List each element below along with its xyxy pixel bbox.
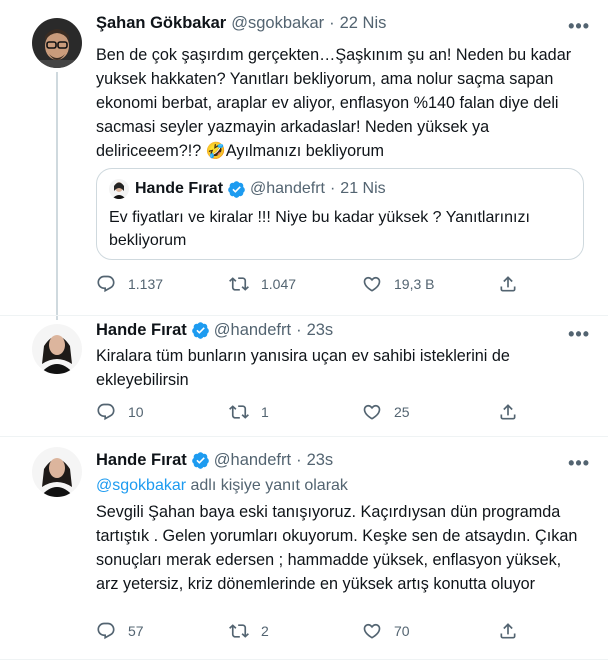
verified-badge-icon <box>191 322 209 339</box>
reply-button[interactable]: 57 <box>96 621 144 641</box>
tweet-hande-1[interactable]: Hande Fırat @handefrt · 23s ••• Kiralara… <box>0 316 608 436</box>
more-options-icon[interactable]: ••• <box>568 16 590 37</box>
retweet-count: 2 <box>261 623 269 639</box>
divider <box>0 659 608 660</box>
reply-to-link[interactable]: @sgokbakar <box>96 477 186 494</box>
tweet-actions: 57 2 70 <box>96 621 556 645</box>
like-button[interactable]: 25 <box>362 402 410 422</box>
reply-button[interactable]: 10 <box>96 402 144 422</box>
reply-to-suffix: adlı kişiye yanıt olarak <box>186 477 348 494</box>
tweet-sahan[interactable]: Şahan Gökbakar @sgokbakar · 22 Nis ••• B… <box>0 0 608 320</box>
share-icon <box>500 276 516 292</box>
avatar-sahan[interactable] <box>32 18 82 68</box>
quoted-tweet-text: Ev fiyatları ve kiralar !!! Niye bu kada… <box>109 209 530 249</box>
retweet-button[interactable]: 2 <box>229 621 269 641</box>
like-button[interactable]: 70 <box>362 621 410 641</box>
retweet-count: 1 <box>261 404 269 420</box>
tweet-actions: 1.137 1.047 19,3 B <box>96 274 556 298</box>
like-button[interactable]: 19,3 B <box>362 274 434 294</box>
avatar-hande[interactable] <box>32 324 82 374</box>
retweet-icon <box>229 624 249 638</box>
tweet-hande-2[interactable]: Hande Fırat @handefrt · 23s ••• @sgokbak… <box>0 437 608 659</box>
reply-icon <box>97 403 115 421</box>
tweet-text: Kiralara tüm bunların yanısira uçan ev s… <box>96 347 510 389</box>
author-handle[interactable]: @handefrt <box>214 321 291 340</box>
like-count: 19,3 B <box>394 276 435 292</box>
author-name[interactable]: Hande Fırat <box>96 321 187 340</box>
reply-count: 10 <box>128 404 144 420</box>
heart-icon <box>363 276 381 292</box>
thread-line <box>56 72 58 320</box>
reply-count: 57 <box>128 623 144 639</box>
reply-button[interactable]: 1.137 <box>96 274 163 294</box>
quoted-timestamp: 21 Nis <box>340 180 386 197</box>
quoted-author-name: Hande Fırat <box>135 180 224 197</box>
separator-dot: · <box>329 180 336 197</box>
quoted-author-handle: @handefrt <box>250 180 325 197</box>
author-handle[interactable]: @sgokbakar <box>231 14 324 33</box>
heart-icon <box>363 623 381 639</box>
timestamp[interactable]: 23s <box>307 451 334 470</box>
separator-dot: · <box>296 321 302 339</box>
quoted-tweet-header: Hande Fırat @handefrt · 21 Nis <box>109 179 386 199</box>
share-button[interactable] <box>498 402 530 422</box>
verified-badge-icon <box>228 180 245 198</box>
heart-icon <box>363 404 381 420</box>
tweet-text: Sevgili Şahan baya eski tanışıyoruz. Kaç… <box>96 503 578 593</box>
separator-dot: · <box>329 14 335 32</box>
tweet-text: Ben de çok şaşırdım gerçekten…Şaşkınım ş… <box>96 46 572 160</box>
reply-count: 1.137 <box>128 276 164 292</box>
share-button[interactable] <box>498 274 530 294</box>
share-icon <box>500 404 516 420</box>
retweet-button[interactable]: 1 <box>229 402 269 422</box>
author-handle[interactable]: @handefrt <box>214 451 291 470</box>
separator-dot: · <box>296 451 302 469</box>
tweet-actions: 10 1 25 <box>96 402 556 426</box>
timestamp[interactable]: 22 Nis <box>340 14 387 33</box>
verified-badge-icon <box>191 452 209 469</box>
like-count: 25 <box>394 404 410 420</box>
reply-context: @sgokbakar adlı kişiye yanıt olarak <box>96 475 348 497</box>
quoted-avatar <box>109 179 129 199</box>
author-name[interactable]: Şahan Gökbakar <box>96 14 226 33</box>
share-icon <box>500 623 516 639</box>
retweet-icon <box>229 405 249 419</box>
tweet-header: Şahan Gökbakar @sgokbakar · 22 Nis <box>96 14 386 33</box>
like-count: 70 <box>394 623 410 639</box>
retweet-count: 1.047 <box>261 276 297 292</box>
reply-icon <box>97 275 115 293</box>
more-options-icon[interactable]: ••• <box>568 453 590 474</box>
quoted-tweet[interactable]: Hande Fırat @handefrt · 21 Nis Ev fiyatl… <box>96 168 584 260</box>
avatar-hande[interactable] <box>32 447 82 497</box>
retweet-button[interactable]: 1.047 <box>229 274 296 294</box>
author-name[interactable]: Hande Fırat <box>96 451 187 470</box>
tweet-header: Hande Fırat @handefrt · 23s <box>96 321 333 340</box>
timestamp[interactable]: 23s <box>307 321 334 340</box>
share-button[interactable] <box>498 621 530 641</box>
tweet-header: Hande Fırat @handefrt · 23s <box>96 451 333 470</box>
retweet-icon <box>229 277 249 291</box>
reply-icon <box>97 622 115 640</box>
more-options-icon[interactable]: ••• <box>568 324 590 345</box>
